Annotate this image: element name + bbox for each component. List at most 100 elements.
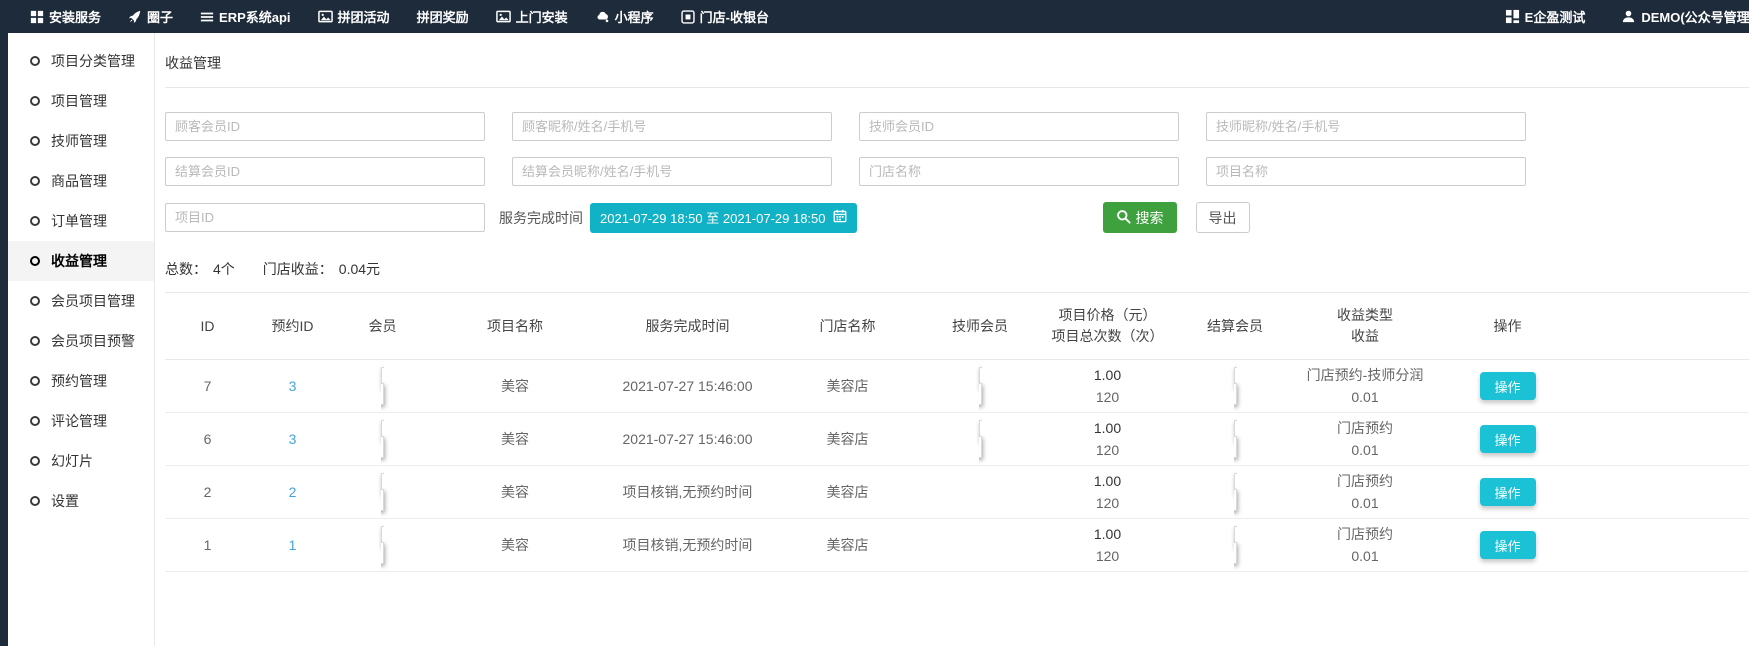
sidebar-item-slideshow[interactable]: 幻灯片: [8, 441, 154, 481]
calendar-icon: [833, 209, 847, 226]
row-action-button[interactable]: 操作: [1480, 372, 1536, 400]
cell-service-time: 项目核销,无预约时间: [600, 466, 775, 519]
row-action-button[interactable]: 操作: [1480, 531, 1536, 559]
sidebar-item-project-category-mgmt[interactable]: 项目分类管理: [8, 41, 154, 81]
col-header-settle-member: 结算会员: [1175, 293, 1295, 360]
sidebar-item-settings[interactable]: 设置: [8, 481, 154, 521]
cell-income-type: 门店预约-技师分润: [1297, 364, 1433, 386]
settle-member-id-input[interactable]: [165, 157, 485, 186]
cell-price: 1.00: [1042, 364, 1173, 386]
table-row: 6 3 美容 2021-07-27 15:46:00 美容店 1.00120 门…: [165, 413, 1749, 466]
settle-member-avatar: [1234, 473, 1237, 511]
cell-price: 1.00: [1042, 523, 1173, 545]
technician-name-input[interactable]: [1206, 112, 1526, 141]
store-name-input[interactable]: [859, 157, 1179, 186]
total-value: 4个: [213, 259, 235, 279]
topbar-item-door-install[interactable]: 上门安装: [496, 7, 568, 26]
cell-count: 120: [1042, 492, 1173, 514]
top-nav-right: E企盈测试 DEMO(公众号管理员): [1505, 7, 1749, 26]
export-button[interactable]: 导出: [1196, 202, 1250, 233]
cell-count: 120: [1042, 439, 1173, 461]
row-action-button[interactable]: 操作: [1480, 478, 1536, 506]
col-header-actions: 操作: [1435, 293, 1580, 360]
cell-income-type: 门店预约: [1297, 470, 1433, 492]
sidebar-item-technician-mgmt[interactable]: 技师管理: [8, 121, 154, 161]
sidebar-item-project-mgmt[interactable]: 项目管理: [8, 81, 154, 121]
rocket-icon: [128, 10, 142, 24]
service-time-label: 服务完成时间: [499, 208, 583, 228]
cell-store: 美容店: [775, 360, 920, 413]
technician-id-input[interactable]: [859, 112, 1179, 141]
sidebar: 项目分类管理 项目管理 技师管理 商品管理 订单管理 收益管理: [8, 33, 155, 646]
customer-id-input[interactable]: [165, 112, 485, 141]
circle-icon: [30, 256, 40, 266]
member-avatar: [381, 420, 384, 458]
total-label: 总数：: [165, 259, 207, 279]
member-avatar: [381, 367, 384, 405]
booking-id-link[interactable]: 3: [289, 378, 297, 394]
cell-income: 0.01: [1297, 492, 1433, 514]
circle-icon: [30, 376, 40, 386]
sidebar-item-comment-mgmt[interactable]: 评论管理: [8, 401, 154, 441]
cell-id: 1: [165, 519, 250, 572]
cell-store: 美容店: [775, 466, 920, 519]
cell-project: 美容: [430, 360, 600, 413]
page-title: 收益管理: [165, 49, 1749, 88]
technician-avatar: [979, 367, 982, 405]
topbar-item-circle[interactable]: 圈子: [128, 7, 173, 26]
menu-icon: [200, 10, 214, 24]
topbar-item-install-service[interactable]: 安装服务: [30, 7, 101, 26]
project-name-input[interactable]: [1206, 157, 1526, 186]
topbar-item-erp-api[interactable]: ERP系统api: [200, 7, 291, 26]
sidebar-item-booking-mgmt[interactable]: 预约管理: [8, 361, 154, 401]
settle-member-avatar: [1234, 526, 1237, 564]
row-action-button[interactable]: 操作: [1480, 425, 1536, 453]
filter-panel: 服务完成时间 2021-07-29 18:50 至 2021-07-29 18:…: [165, 112, 1749, 233]
sidebar-item-goods-mgmt[interactable]: 商品管理: [8, 161, 154, 201]
table-row: 1 1 美容 项目核销,无预约时间 美容店 1.00120 门店预约0.01 操…: [165, 519, 1749, 572]
cell-service-time: 2021-07-27 15:46:00: [600, 360, 775, 413]
store-income-value: 0.04元: [339, 259, 380, 279]
cell-project: 美容: [430, 519, 600, 572]
topbar-user[interactable]: DEMO(公众号管理员): [1621, 7, 1749, 26]
search-button[interactable]: 搜索: [1103, 202, 1177, 233]
scan-icon: [681, 10, 695, 24]
table-header-row: ID 预约ID 会员 项目名称 服务完成时间 门店名称 技师会员 项目价格（元）…: [165, 293, 1749, 360]
col-header-technician: 技师会员: [920, 293, 1040, 360]
date-range-button[interactable]: 2021-07-29 18:50 至 2021-07-29 18:50: [590, 203, 857, 233]
booking-id-link[interactable]: 1: [289, 537, 297, 553]
sidebar-item-member-project-mgmt[interactable]: 会员项目管理: [8, 281, 154, 321]
settle-member-avatar: [1234, 367, 1237, 405]
cloud-icon: [595, 9, 610, 24]
sidebar-item-member-project-warning[interactable]: 会员项目预警: [8, 321, 154, 361]
cell-count: 120: [1042, 545, 1173, 567]
circle-icon: [30, 176, 40, 186]
col-header-member: 会员: [335, 293, 430, 360]
topbar-item-store-cashier[interactable]: 门店-收银台: [681, 7, 769, 26]
income-table: ID 预约ID 会员 项目名称 服务完成时间 门店名称 技师会员 项目价格（元）…: [165, 292, 1749, 572]
cell-income: 0.01: [1297, 386, 1433, 408]
circle-icon: [30, 496, 40, 506]
topbar-item-mini-program[interactable]: 小程序: [595, 7, 654, 26]
cell-price: 1.00: [1042, 417, 1173, 439]
app-window: 安装服务 圈子 ERP系统api 拼团活动 拼团奖励 上门安装: [0, 0, 1749, 646]
project-id-input[interactable]: [165, 203, 485, 232]
settle-member-name-input[interactable]: [512, 157, 832, 186]
col-header-project: 项目名称: [430, 293, 600, 360]
sidebar-item-income-mgmt[interactable]: 收益管理: [8, 241, 154, 281]
topbar-item-group-activity[interactable]: 拼团活动: [318, 7, 390, 26]
content-area: 收益管理 服务完成时间 2021-07-29 18:: [155, 33, 1749, 646]
topbar-tenant[interactable]: E企盈测试: [1505, 7, 1586, 26]
topbar-item-group-reward[interactable]: 拼团奖励: [417, 7, 469, 26]
summary-bar: 总数： 4个 门店收益： 0.04元: [165, 259, 1749, 279]
circle-icon: [30, 456, 40, 466]
cell-income: 0.01: [1297, 439, 1433, 461]
top-nav-items: 安装服务 圈子 ERP系统api 拼团活动 拼团奖励 上门安装: [30, 7, 769, 26]
booking-id-link[interactable]: 2: [289, 484, 297, 500]
col-header-store: 门店名称: [775, 293, 920, 360]
search-icon: [1116, 209, 1131, 227]
booking-id-link[interactable]: 3: [289, 431, 297, 447]
circle-icon: [30, 296, 40, 306]
customer-name-input[interactable]: [512, 112, 832, 141]
sidebar-item-order-mgmt[interactable]: 订单管理: [8, 201, 154, 241]
